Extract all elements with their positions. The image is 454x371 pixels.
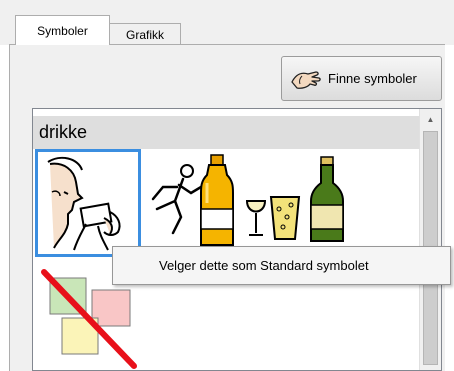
scroll-up-arrow-icon[interactable]: ▲ bbox=[420, 109, 441, 129]
person-drinking-icon bbox=[47, 156, 121, 251]
context-menu: Velger dette som Standard symbolet bbox=[112, 246, 451, 285]
glasses-icon[interactable] bbox=[243, 187, 303, 247]
symbol-list[interactable]: drikke ▲ bbox=[32, 108, 442, 371]
tab-bar: Symboler Grafikk bbox=[0, 0, 454, 45]
green-bottle-icon[interactable] bbox=[307, 155, 347, 245]
vertical-scrollbar[interactable]: ▲ bbox=[419, 109, 441, 370]
bottle-icon[interactable] bbox=[197, 153, 237, 251]
tab-symboler[interactable]: Symboler bbox=[15, 15, 110, 45]
context-menu-item-set-default[interactable]: Velger dette som Standard symbolet bbox=[159, 258, 369, 273]
tab-symboler-label: Symboler bbox=[37, 23, 88, 38]
category-title: drikke bbox=[39, 122, 88, 142]
find-symbols-button[interactable]: Finne symboler bbox=[281, 56, 442, 101]
hand-icon bbox=[291, 70, 321, 89]
find-symbols-label: Finne symboler bbox=[328, 71, 417, 86]
category-header: drikke bbox=[33, 116, 419, 149]
tab-grafikk-label: Grafikk bbox=[125, 27, 164, 42]
symbol-strip bbox=[147, 153, 379, 253]
tab-grafikk[interactable]: Grafikk bbox=[109, 23, 181, 45]
symbol-person-drinking[interactable] bbox=[35, 149, 141, 257]
